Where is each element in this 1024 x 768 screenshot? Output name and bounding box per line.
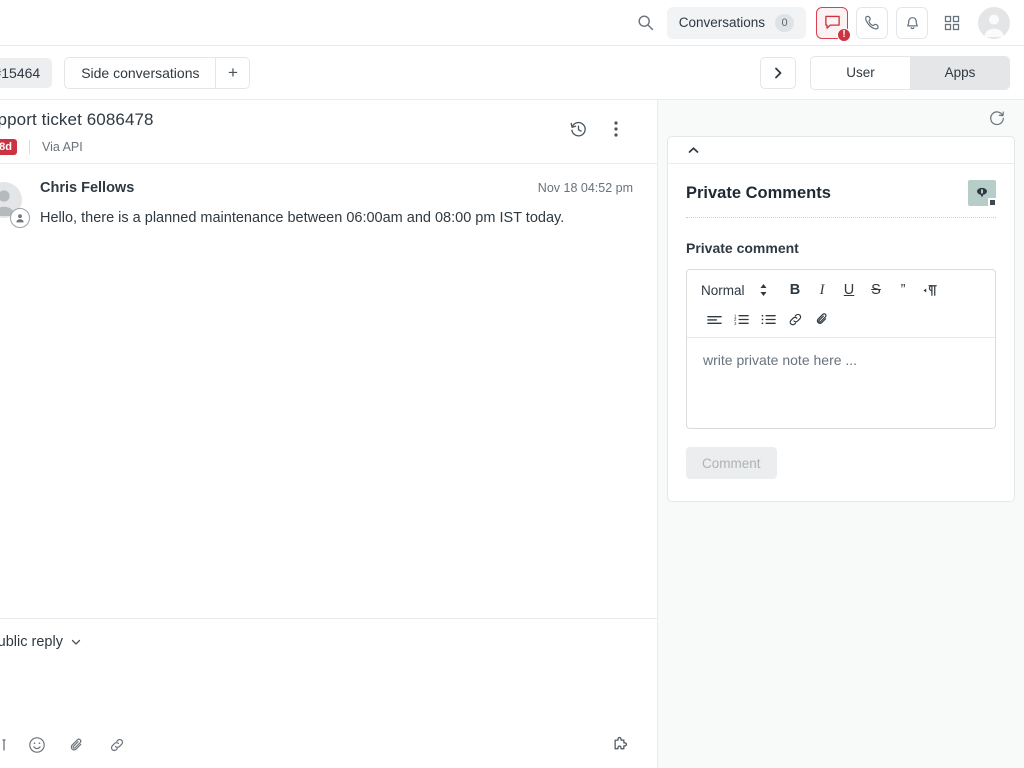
conversations-count: 0 xyxy=(775,13,794,32)
tab-apps[interactable]: Apps xyxy=(910,56,1009,89)
tab-user[interactable]: User xyxy=(811,56,910,89)
attachment-icon[interactable] xyxy=(68,736,86,754)
updown-caret-icon xyxy=(759,283,768,297)
search-icon[interactable] xyxy=(631,8,661,38)
refresh-icon[interactable] xyxy=(984,105,1010,131)
chat-bubble-icon-button[interactable]: ! xyxy=(816,6,851,42)
bullet-list-button[interactable] xyxy=(755,308,782,330)
ordered-list-button[interactable]: 1 2 3 xyxy=(728,308,755,330)
message-item: Chris Fellows Nov 18 04:52 pm Hello, the… xyxy=(0,164,657,228)
italic-button[interactable]: I xyxy=(809,279,836,301)
chat-alert-badge: ! xyxy=(837,27,851,42)
panel-top-bar xyxy=(658,100,1024,136)
end-user-badge-icon xyxy=(10,208,30,228)
card-header xyxy=(668,137,1014,164)
app-window: Conversations 0 ! 15464 Side conversatio… xyxy=(0,0,1024,768)
top-bar: Conversations 0 ! xyxy=(0,0,1024,46)
history-clock-icon[interactable] xyxy=(563,114,593,144)
toolbar-row-1: Normal B I U S ” xyxy=(701,279,981,301)
composer-toolbar xyxy=(0,722,657,768)
side-conversations-group: Side conversations + xyxy=(64,56,251,89)
phone-icon-button[interactable] xyxy=(856,6,888,39)
strikethrough-button[interactable]: S xyxy=(863,279,890,301)
message-author: Chris Fellows xyxy=(40,180,135,196)
private-comments-card: Private Comments Private comment Normal … xyxy=(667,136,1015,502)
apps-panel: Private Comments Private comment Normal … xyxy=(658,100,1024,768)
message-text: Hello, there is a planned maintenance be… xyxy=(40,210,565,226)
conversations-pill[interactable]: Conversations 0 xyxy=(666,6,806,39)
reply-type-label: Public reply xyxy=(0,634,63,650)
logo-corner-dot xyxy=(990,200,995,205)
emoji-icon[interactable] xyxy=(28,736,46,754)
editor-placeholder: write private note here ... xyxy=(703,352,858,368)
private-comment-label: Private comment xyxy=(686,240,799,256)
text-direction-button[interactable] xyxy=(917,279,944,301)
link-icon[interactable] xyxy=(108,736,126,754)
conversations-label: Conversations xyxy=(678,15,765,30)
bell-icon-button[interactable] xyxy=(896,6,928,39)
ticket-header-actions xyxy=(563,114,631,144)
meta-divider xyxy=(28,140,30,155)
panel-segmented-control: User Apps xyxy=(810,55,1010,90)
card-title-row: Private Comments xyxy=(686,180,996,206)
format-select[interactable]: Normal xyxy=(701,283,768,298)
composer-icons xyxy=(0,736,126,754)
ticket-channel: Via API xyxy=(41,140,83,155)
puzzle-piece-icon[interactable] xyxy=(610,736,629,755)
chevron-down-icon xyxy=(70,636,82,648)
message-timestamp: Nov 18 04:52 pm xyxy=(537,181,633,195)
tabs-right-group: User Apps xyxy=(760,55,1010,90)
bold-button[interactable]: B xyxy=(782,279,809,301)
svg-text:3: 3 xyxy=(734,320,737,325)
grid-apps-icon[interactable] xyxy=(936,7,968,39)
reply-composer: Public reply xyxy=(0,618,657,768)
toolbar-row-2: 1 2 3 xyxy=(701,308,981,330)
page-title: upport ticket 6086478 xyxy=(0,110,154,129)
user-avatar[interactable] xyxy=(978,6,1010,39)
comment-submit-button[interactable]: Comment xyxy=(686,447,777,479)
message-header-row: Chris Fellows Nov 18 04:52 pm xyxy=(40,180,633,196)
card-divider xyxy=(686,217,996,218)
attachment-button[interactable] xyxy=(809,308,836,330)
more-vertical-icon[interactable] xyxy=(601,114,631,144)
status-badge: 78d xyxy=(0,139,17,156)
link-button[interactable] xyxy=(782,308,809,330)
chevron-up-icon[interactable] xyxy=(684,141,702,159)
blockquote-button[interactable]: ” xyxy=(890,279,917,301)
align-button[interactable] xyxy=(701,308,728,330)
card-body: Private Comments Private comment Normal … xyxy=(668,164,1014,501)
chevron-right-icon[interactable] xyxy=(760,56,796,89)
private-comment-input[interactable]: write private note here ... xyxy=(687,338,995,428)
card-title: Private Comments xyxy=(686,183,831,202)
ticket-meta: 78d Via API xyxy=(0,139,657,156)
private-comments-app-logo xyxy=(968,180,996,206)
add-side-conversation-button[interactable]: + xyxy=(215,57,249,88)
tab-conversation[interactable]: on #15464 xyxy=(0,57,53,88)
ticket-header: upport ticket 6086478 78d Via API xyxy=(0,100,657,164)
tab-bar: on #15464 Side conversations + User Apps xyxy=(0,46,1024,100)
editor-toolbar: Normal B I U S ” 1 2 3 xyxy=(687,270,995,338)
underline-button[interactable]: U xyxy=(836,279,863,301)
reply-type-selector[interactable]: Public reply xyxy=(0,619,657,650)
message-body: Chris Fellows Nov 18 04:52 pm Hello, the… xyxy=(40,180,633,228)
conversation-pane: upport ticket 6086478 78d Via API xyxy=(0,100,658,768)
format-select-label: Normal xyxy=(701,282,745,298)
tab-side-conversations[interactable]: Side conversations xyxy=(65,58,215,88)
text-format-icon[interactable] xyxy=(0,737,6,753)
tabs-left-group: on #15464 Side conversations + xyxy=(0,56,251,89)
private-comment-editor: Normal B I U S ” 1 2 3 write private not… xyxy=(686,269,996,429)
